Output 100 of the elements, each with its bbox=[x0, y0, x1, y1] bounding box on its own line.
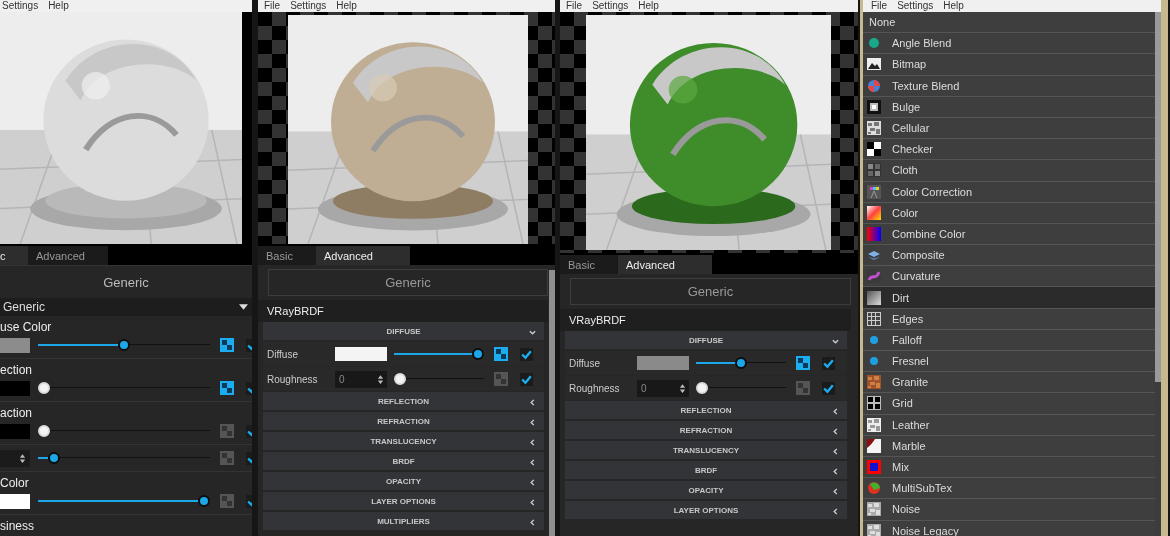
section-header[interactable]: LAYER OPTIONS bbox=[565, 501, 847, 519]
slider[interactable] bbox=[38, 452, 210, 464]
slider[interactable] bbox=[394, 348, 484, 360]
checkbox[interactable] bbox=[520, 372, 533, 386]
slider-thumb[interactable] bbox=[198, 495, 210, 507]
map-icon[interactable] bbox=[494, 347, 508, 361]
noise-icon bbox=[867, 121, 881, 136]
map-icon[interactable] bbox=[796, 356, 810, 370]
color-swatch[interactable] bbox=[0, 423, 30, 439]
slider[interactable] bbox=[38, 495, 210, 507]
texture-item[interactable]: Dirt bbox=[863, 287, 1155, 309]
scrollbar[interactable] bbox=[549, 270, 555, 536]
chevron-icon bbox=[832, 468, 839, 475]
tab[interactable]: Basic bbox=[258, 246, 316, 265]
tab[interactable]: c bbox=[0, 246, 28, 265]
caret-icon bbox=[239, 303, 248, 310]
slider[interactable] bbox=[38, 339, 210, 351]
color-swatch[interactable] bbox=[0, 493, 30, 509]
number-field[interactable]: 0 bbox=[637, 379, 689, 397]
slider-thumb[interactable] bbox=[118, 339, 130, 351]
tab[interactable]: Advanced bbox=[618, 255, 712, 274]
number-field[interactable]: 0 bbox=[335, 370, 387, 388]
chevron-icon bbox=[529, 459, 536, 466]
texture-item[interactable]: Checker bbox=[863, 139, 1155, 161]
material-type-heading: VRayBRDF bbox=[258, 300, 548, 322]
map-icon[interactable] bbox=[220, 381, 234, 395]
slider-thumb[interactable] bbox=[735, 357, 747, 369]
section-header[interactable]: OPACITY bbox=[263, 472, 544, 490]
menu-item[interactable]: Help bbox=[336, 0, 357, 11]
material-type-dropdown[interactable]: Generic bbox=[0, 298, 252, 316]
glow-square-icon bbox=[867, 99, 881, 114]
section-header[interactable]: REFLECTION bbox=[263, 392, 544, 410]
section-header[interactable]: DIFFUSE bbox=[263, 322, 544, 340]
material-type-heading: VRayBRDF bbox=[560, 309, 851, 331]
section-header[interactable]: LAYER OPTIONS bbox=[263, 492, 544, 510]
section-header[interactable]: TRANSLUCENCY bbox=[565, 441, 847, 459]
spinner-icon bbox=[377, 373, 384, 385]
blur-grid-icon bbox=[867, 163, 881, 178]
chevron-icon bbox=[832, 488, 839, 495]
menu-item[interactable]: Help bbox=[638, 0, 659, 11]
tab[interactable]: Basic bbox=[560, 255, 618, 274]
menu-item[interactable]: File bbox=[871, 0, 888, 11]
chevron-icon bbox=[529, 479, 536, 486]
color-swatch[interactable] bbox=[335, 347, 387, 361]
section-header[interactable]: MULTIPLIERS bbox=[263, 512, 544, 530]
menu-item[interactable]: Settings bbox=[2, 0, 39, 11]
slider[interactable] bbox=[696, 357, 786, 369]
checkbox[interactable] bbox=[520, 347, 533, 361]
checkbox[interactable] bbox=[822, 381, 835, 395]
texture-item[interactable]: Granite bbox=[863, 372, 1155, 394]
section-header[interactable]: REFRACTION bbox=[263, 412, 544, 430]
texture-item[interactable]: Noise bbox=[863, 499, 1155, 521]
menu-item[interactable]: Settings bbox=[897, 0, 934, 11]
texture-item[interactable]: Cloth bbox=[863, 160, 1155, 182]
gradient-icon bbox=[867, 290, 881, 305]
tab[interactable]: Advanced bbox=[316, 246, 410, 265]
chevron-icon bbox=[529, 499, 536, 506]
slider[interactable] bbox=[38, 425, 210, 437]
chevron-icon bbox=[832, 408, 839, 415]
section-header[interactable]: TRANSLUCENCY bbox=[263, 432, 544, 450]
menu-item[interactable]: Help bbox=[943, 0, 964, 11]
section-header[interactable]: BRDF bbox=[263, 452, 544, 470]
color-swatch[interactable] bbox=[637, 356, 689, 370]
menu-item[interactable]: Help bbox=[48, 0, 69, 11]
section-header[interactable]: DIFFUSE bbox=[565, 331, 847, 349]
noise-icon bbox=[867, 417, 881, 432]
section-header[interactable]: BRDF bbox=[565, 461, 847, 479]
parameter-label: Diffuse bbox=[568, 357, 601, 369]
slider-thumb[interactable] bbox=[47, 452, 60, 464]
menu-item[interactable]: Settings bbox=[290, 0, 327, 11]
parameter-label: Roughness bbox=[266, 373, 319, 385]
menu-item[interactable]: Settings bbox=[592, 0, 629, 11]
checker-icon bbox=[867, 142, 881, 157]
chevron-icon bbox=[832, 448, 839, 455]
noise-icon bbox=[867, 502, 881, 517]
color-swatch[interactable] bbox=[0, 337, 30, 353]
color-swatch[interactable] bbox=[0, 380, 30, 396]
section-header[interactable]: OPACITY bbox=[565, 481, 847, 499]
material-button[interactable]: Generic bbox=[268, 269, 548, 296]
property-label: Color bbox=[0, 475, 30, 490]
parameter-label: Diffuse bbox=[266, 348, 299, 360]
number-field[interactable] bbox=[0, 449, 30, 467]
section-header[interactable]: REFLECTION bbox=[565, 401, 847, 419]
chevron-icon bbox=[832, 428, 839, 435]
tab[interactable]: Advanced bbox=[28, 246, 108, 265]
slider-thumb[interactable] bbox=[472, 348, 484, 360]
slider[interactable] bbox=[696, 382, 786, 394]
checkbox[interactable] bbox=[822, 356, 835, 370]
menu-item[interactable]: File bbox=[566, 0, 583, 11]
texture-item[interactable]: Grid bbox=[863, 393, 1155, 415]
menu-item[interactable]: File bbox=[264, 0, 281, 11]
map-icon[interactable] bbox=[220, 338, 234, 352]
section-header[interactable]: REFRACTION bbox=[565, 421, 847, 439]
material-button[interactable]: Generic bbox=[570, 278, 851, 305]
property-label: action bbox=[0, 405, 34, 420]
spinner-icon bbox=[19, 452, 26, 464]
slider[interactable] bbox=[394, 373, 484, 385]
slider[interactable] bbox=[38, 382, 210, 394]
image-icon bbox=[867, 57, 881, 72]
chevron-icon bbox=[529, 419, 536, 426]
